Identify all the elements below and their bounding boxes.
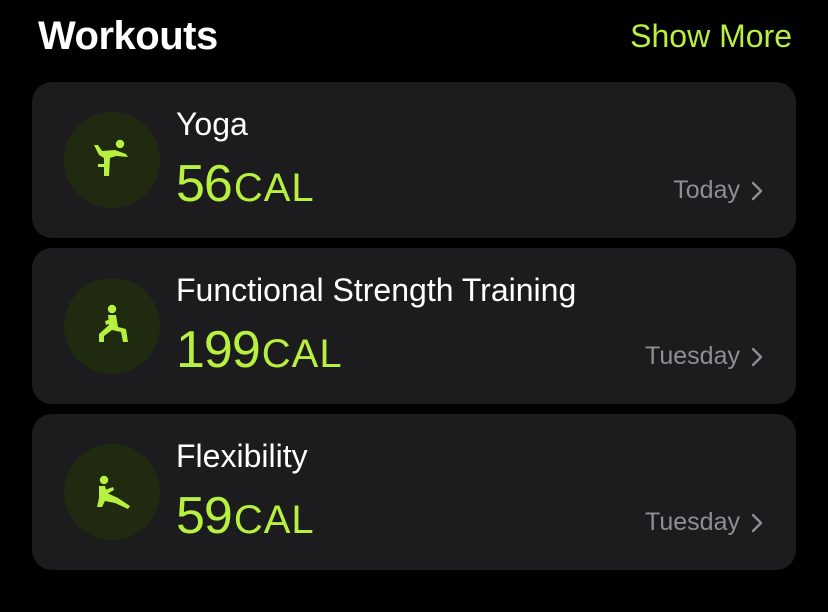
calories-unit: CAL — [233, 498, 315, 542]
workout-date: Today — [673, 176, 740, 204]
workout-name: Yoga — [176, 106, 248, 142]
calories-unit: CAL — [233, 166, 315, 210]
flexibility-icon-glyph — [97, 475, 130, 509]
calories-value: 59 — [176, 487, 233, 545]
chevron-right-icon — [751, 347, 763, 367]
yoga-icon-glyph — [94, 139, 128, 176]
section-header: Workouts Show More — [38, 8, 792, 64]
functional-strength-icon-glyph — [99, 304, 128, 342]
calories-value: 56 — [176, 155, 233, 213]
workout-card-yoga[interactable]: Yoga 56 CAL Today — [32, 82, 796, 238]
calories-unit: CAL — [261, 332, 343, 376]
show-more-button[interactable]: Show More — [630, 18, 792, 55]
chevron-right-icon — [751, 513, 763, 533]
workouts-section: Workouts Show More Yoga 56 CAL Today Fun… — [0, 0, 828, 612]
workout-calories: 56 CAL — [176, 154, 315, 214]
workout-date: Tuesday — [645, 342, 740, 370]
workout-card-flexibility[interactable]: Flexibility 59 CAL Tuesday — [32, 414, 796, 570]
workout-card-functional-strength[interactable]: Functional Strength Training 199 CAL Tue… — [32, 248, 796, 404]
calories-value: 199 — [176, 321, 261, 379]
yoga-icon — [64, 112, 160, 208]
functional-strength-icon — [64, 278, 160, 374]
workout-date: Tuesday — [645, 508, 740, 536]
chevron-right-icon — [751, 181, 763, 201]
workout-name: Flexibility — [176, 438, 308, 474]
workout-calories: 59 CAL — [176, 486, 315, 546]
section-title: Workouts — [38, 13, 218, 58]
workout-name: Functional Strength Training — [176, 272, 577, 308]
workout-calories: 199 CAL — [176, 320, 343, 380]
flexibility-icon — [64, 444, 160, 540]
